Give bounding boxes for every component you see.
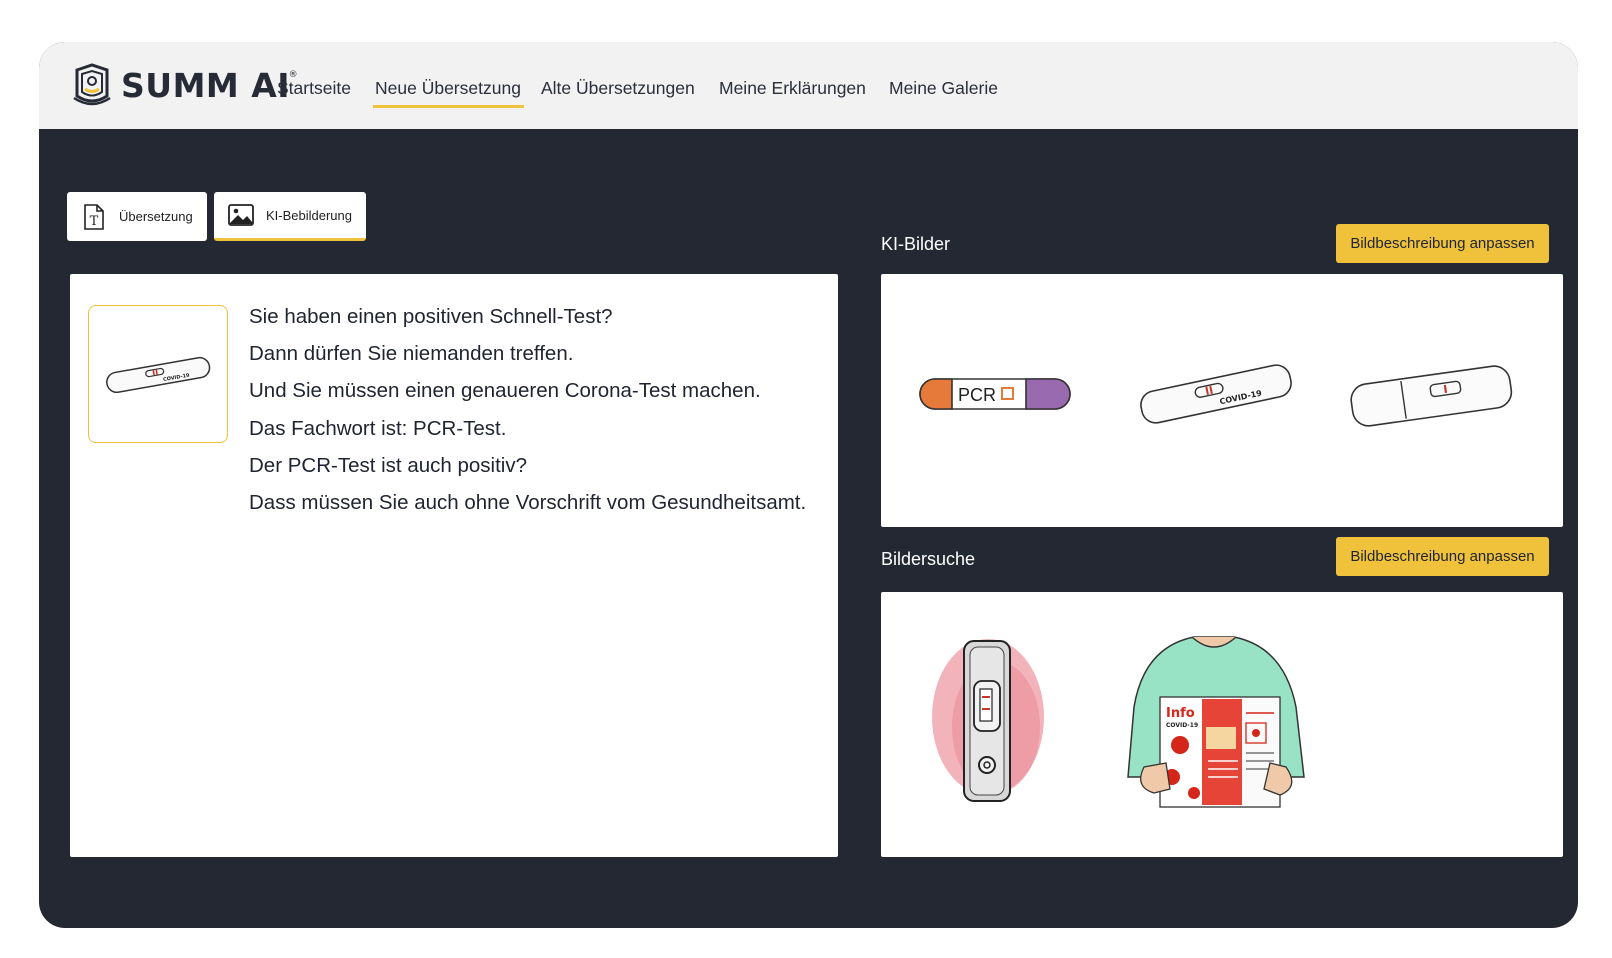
svg-text:PCR: PCR — [958, 385, 996, 405]
covid-test-cassette-icon: COVID-19 — [1140, 364, 1292, 424]
covid-test-cassette-icon: COVID-19 — [106, 356, 211, 394]
ki-image-1[interactable]: PCR — [911, 329, 1081, 459]
svg-text:T: T — [90, 214, 99, 229]
nav-meine-erklaerungen[interactable]: Meine Erklärungen — [719, 78, 866, 99]
translation-panel: COVID-19 Sie haben einen positiven Schne… — [70, 274, 838, 857]
search-image-1[interactable] — [926, 617, 1056, 817]
nav-meine-galerie[interactable]: Meine Galerie — [889, 78, 998, 99]
tab-uebersetzung[interactable]: T Übersetzung — [67, 192, 207, 241]
adjust-description-button[interactable]: Bildbeschreibung anpassen — [1336, 224, 1549, 263]
ki-image-2[interactable]: COVID-19 — [1121, 324, 1311, 464]
sentence: Sie haben einen positiven Schnell-Test? — [249, 305, 613, 328]
pcr-tube-icon: PCR — [919, 378, 1071, 410]
ki-image-3[interactable] — [1336, 324, 1526, 464]
nav-neue-uebersetzung[interactable]: Neue Übersetzung — [373, 78, 524, 108]
svg-text:Info: Info — [1166, 706, 1195, 721]
ki-bilder-panel: PCR COVID-19 — [881, 274, 1563, 527]
rapid-test-cassette-icon — [1350, 365, 1513, 427]
bildersuche-title: Bildersuche — [881, 549, 976, 569]
top-navigation: SUMM AI ® Startseite Neue Übersetzung Alt… — [39, 42, 1578, 129]
sentence: Der PCR-Test ist auch positiv? — [249, 453, 527, 477]
selected-image[interactable]: COVID-19 — [88, 305, 228, 443]
svg-text:COVID-19: COVID-19 — [1166, 722, 1198, 729]
nav-alte-uebersetzungen[interactable]: Alte Übersetzungen — [541, 78, 695, 99]
text-document-icon: T — [81, 203, 107, 231]
app-window: SUMM AI ® Startseite Neue Übersetzung Alt… — [39, 42, 1578, 928]
sentence: Das Fachwort ist: PCR-Test. — [249, 416, 507, 440]
sentence: Dass müssen Sie auch ohne Vorschrift vom… — [249, 491, 807, 515]
self-test-device-icon — [932, 639, 1044, 802]
image-icon — [228, 201, 254, 229]
translated-text: Sie haben einen positiven Schnell-Test? … — [249, 298, 806, 521]
ki-bilder-title: KI-Bilder — [881, 234, 951, 254]
person-reading-flyer-icon: Info COVID-19 — [1127, 636, 1305, 808]
adjust-description-button[interactable]: Bildbeschreibung anpassen — [1336, 537, 1549, 576]
bildersuche-panel: Info COVID-19 — [881, 592, 1563, 857]
tab-label: KI-Bebilderung — [266, 207, 352, 223]
sentence: Und Sie müssen einen genaueren Corona-Te… — [249, 379, 761, 403]
summ-ai-logo[interactable]: SUMM AI ® — [71, 62, 299, 108]
brand-name: SUMM AI ® — [121, 65, 299, 105]
search-image-2[interactable]: Info COVID-19 — [1109, 612, 1319, 832]
tab-ki-bebilderung[interactable]: KI-Bebilderung — [214, 192, 366, 241]
tab-label: Übersetzung — [119, 209, 193, 224]
nav-startseite[interactable]: Startseite — [277, 78, 351, 99]
summ-ai-logo-icon — [73, 63, 111, 106]
sentence: Dann dürfen Sie niemanden treffen. — [249, 342, 574, 366]
